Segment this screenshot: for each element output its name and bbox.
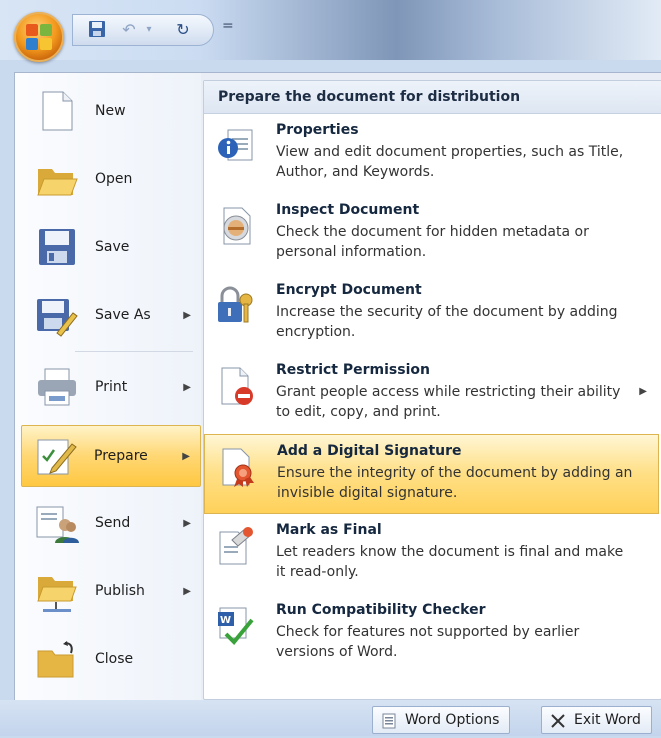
office-button[interactable] — [14, 12, 64, 62]
submenu-arrow-icon: ▶ — [183, 309, 191, 321]
submenu-arrow-icon: ▶ — [182, 450, 190, 462]
printer-icon — [35, 365, 79, 409]
title-bar: ↶ ▾ ↻ = — [0, 0, 661, 62]
submenu-item-properties[interactable]: Properties View and edit document proper… — [204, 114, 659, 194]
submenu-arrow-icon: ▶ — [183, 585, 191, 597]
new-document-icon — [35, 89, 79, 133]
submenu-item-description: Grant people access while restricting th… — [276, 384, 621, 420]
submenu-item-run-compatibility-checker[interactable]: W Run Compatibility Checker Check for fe… — [204, 594, 659, 674]
submenu-arrow-icon: ▶ — [639, 386, 647, 397]
send-users-icon — [35, 501, 79, 545]
undo-dropdown-icon[interactable]: ▾ — [139, 20, 159, 40]
menu-item-send[interactable]: Send ▶ — [23, 493, 201, 553]
redo-icon[interactable]: ↻ — [173, 20, 193, 40]
encrypt-lock-icon — [216, 286, 256, 326]
inspect-document-icon — [216, 206, 256, 246]
left-command-list: New Open Save Save As ▶ Print ▶ Prepare … — [15, 73, 201, 701]
menu-item-publish-label: Publish — [95, 583, 145, 599]
submenu-item-add-digital-signature[interactable]: Add a Digital Signature Ensure the integ… — [204, 434, 659, 514]
prepare-submenu: Prepare the document for distribution Pr… — [203, 80, 661, 700]
quick-access-toolbar: ↶ ▾ ↻ — [72, 14, 214, 46]
save-as-icon — [35, 293, 79, 337]
menu-item-send-label: Send — [95, 515, 131, 531]
digital-signature-icon — [217, 447, 257, 487]
menu-item-publish[interactable]: Publish ▶ — [23, 561, 201, 621]
submenu-item-description: Ensure the integrity of the document by … — [277, 465, 633, 501]
compatibility-checker-icon: W — [216, 606, 256, 646]
submenu-item-description: Let readers know the document is final a… — [276, 544, 624, 580]
submenu-item-description: Increase the security of the document by… — [276, 304, 618, 340]
submenu-item-description: Check for features not supported by earl… — [276, 624, 580, 660]
menu-item-open[interactable]: Open — [23, 149, 201, 209]
open-folder-icon — [35, 157, 79, 201]
submenu-item-title: Run Compatibility Checker — [276, 602, 486, 618]
prepare-pen-icon — [34, 434, 78, 478]
submenu-item-title: Inspect Document — [276, 202, 420, 218]
word-options-label: Word Options — [405, 712, 500, 728]
office-logo-icon — [26, 24, 52, 50]
submenu-arrow-icon: ▶ — [183, 517, 191, 529]
menu-item-save-as-label: Save As — [95, 307, 151, 323]
menu-item-print-label: Print — [95, 379, 128, 395]
save-disk-icon — [35, 225, 79, 269]
svg-text:W: W — [220, 615, 231, 626]
menu-item-save-label: Save — [95, 239, 130, 255]
menu-item-new-label: New — [95, 103, 126, 119]
close-x-icon — [550, 712, 566, 728]
menu-item-new[interactable]: New — [23, 81, 201, 141]
submenu-item-restrict-permission[interactable]: Restrict Permission Grant people access … — [204, 354, 659, 434]
menu-item-close-label: Close — [95, 651, 134, 667]
menu-item-open-label: Open — [95, 171, 133, 187]
submenu-header: Prepare the document for distribution — [204, 81, 661, 114]
submenu-item-title: Mark as Final — [276, 522, 382, 538]
submenu-item-title: Restrict Permission — [276, 362, 430, 378]
publish-folder-icon — [35, 569, 79, 613]
menu-item-save[interactable]: Save — [23, 217, 201, 277]
submenu-item-description: Check the document for hidden metadata o… — [276, 224, 589, 260]
submenu-item-encrypt-document[interactable]: Encrypt Document Increase the security o… — [204, 274, 659, 354]
submenu-item-description: View and edit document properties, such … — [276, 144, 624, 180]
options-icon — [381, 712, 397, 729]
menu-item-print[interactable]: Print ▶ — [23, 357, 201, 417]
submenu-item-title: Encrypt Document — [276, 282, 422, 298]
menu-footer: Word Options Exit Word — [0, 700, 661, 736]
submenu-item-title: Properties — [276, 122, 359, 138]
properties-info-icon — [216, 126, 256, 166]
customize-qat-icon[interactable]: = — [222, 18, 234, 34]
menu-item-close[interactable]: Close — [23, 629, 201, 689]
submenu-item-inspect-document[interactable]: Inspect Document Check the document for … — [204, 194, 659, 274]
exit-word-button[interactable]: Exit Word — [541, 706, 652, 734]
restrict-permission-icon — [216, 366, 256, 406]
menu-item-prepare[interactable]: Prepare ▶ — [21, 425, 201, 487]
save-icon[interactable] — [87, 20, 107, 40]
menu-item-save-as[interactable]: Save As ▶ — [23, 285, 201, 345]
close-folder-icon — [35, 637, 79, 681]
mark-final-icon — [216, 526, 256, 566]
menu-item-prepare-label: Prepare — [94, 448, 148, 464]
undo-icon[interactable]: ↶ — [119, 20, 139, 40]
office-menu: New Open Save Save As ▶ Print ▶ Prepare … — [14, 72, 661, 702]
left-separator — [75, 351, 193, 352]
exit-word-label: Exit Word — [574, 712, 641, 728]
submenu-arrow-icon: ▶ — [183, 381, 191, 393]
word-options-button[interactable]: Word Options — [372, 706, 511, 734]
submenu-item-title: Add a Digital Signature — [277, 443, 462, 459]
submenu-item-mark-as-final[interactable]: Mark as Final Let readers know the docum… — [204, 514, 659, 594]
